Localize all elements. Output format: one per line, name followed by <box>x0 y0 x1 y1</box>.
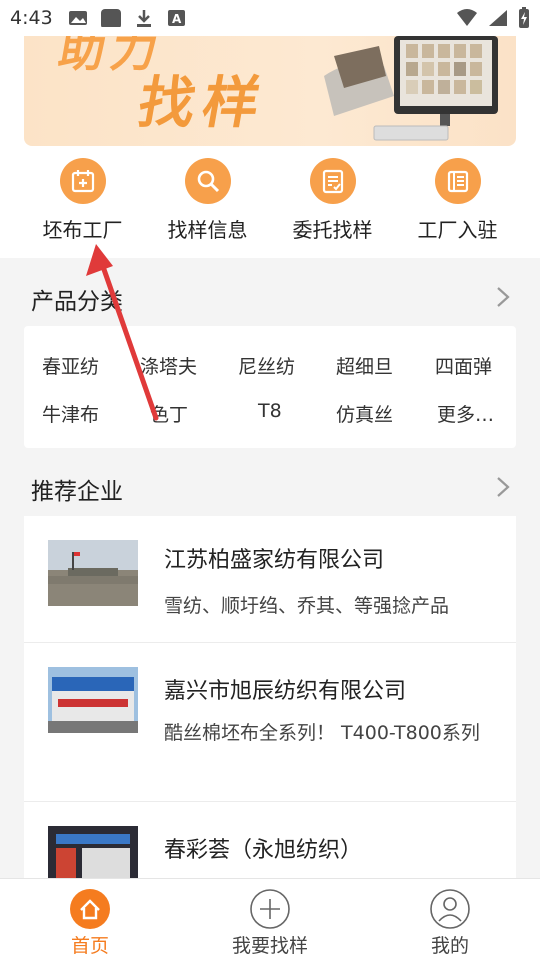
app-notification-icon <box>101 9 121 27</box>
nav-find-sample[interactable]: 我要找样 <box>180 879 360 958</box>
company-photo <box>48 826 138 878</box>
download-icon <box>137 10 151 27</box>
banner-illustration <box>324 36 498 141</box>
entry-label: 坯布工厂 <box>42 218 123 242</box>
battery-icon <box>519 7 529 28</box>
home-icon <box>70 889 110 929</box>
category-item[interactable]: 仿真丝 <box>336 400 393 427</box>
section-title: 推荐企业 <box>31 479 123 505</box>
company-desc: 酷丝棉坯布全系列！ T400-T800系列 <box>164 722 480 744</box>
font-notification-icon: A <box>168 10 185 26</box>
company-photo <box>48 667 138 733</box>
building-icon <box>434 158 481 204</box>
company-photo <box>48 540 138 606</box>
search-icon <box>184 158 231 204</box>
recommend-section-header[interactable]: 推荐企业 <box>0 458 540 514</box>
category-item[interactable]: 涤塔夫 <box>140 352 197 379</box>
entry-sample-info[interactable]: 找样信息 <box>145 158 270 243</box>
category-section-header[interactable]: 产品分类 <box>0 268 540 324</box>
entry-greige-factory[interactable]: 坯布工厂 <box>20 158 145 243</box>
entry-label: 找样信息 <box>167 218 248 242</box>
category-more[interactable]: 更多… <box>437 400 494 427</box>
user-icon <box>430 889 470 929</box>
category-item[interactable]: T8 <box>258 400 282 422</box>
top-section: 助力 找样 坯布工厂 找样信息 委托找样 工厂入驻 <box>0 36 540 258</box>
nav-label: 我要找样 <box>231 935 308 957</box>
company-list: 江苏柏盛家纺有限公司 雪纺、顺圩绉、乔其、等强捻产品 嘉兴市旭辰纺织有限公司 酷… <box>24 516 516 878</box>
company-name: 春彩荟（永旭纺织） <box>164 838 363 863</box>
chevron-right-icon <box>497 477 510 497</box>
nav-label: 首页 <box>70 935 109 957</box>
entry-factory-join[interactable]: 工厂入驻 <box>395 158 520 243</box>
banner-text-line2: 找样 <box>133 71 273 136</box>
document-check-icon <box>309 158 356 204</box>
category-card: 春亚纺 涤塔夫 尼丝纺 超细旦 四面弹 牛津布 色丁 T8 仿真丝 更多… <box>24 326 516 448</box>
company-name: 嘉兴市旭辰纺织有限公司 <box>164 679 407 704</box>
company-row[interactable]: 嘉兴市旭辰纺织有限公司 酷丝棉坯布全系列！ T400-T800系列 <box>24 643 516 802</box>
entry-label: 委托找样 <box>292 218 373 242</box>
category-item[interactable]: 牛津布 <box>42 400 99 427</box>
bottom-navigation: 首页 我要找样 我的 <box>0 878 540 961</box>
category-item[interactable]: 四面弹 <box>435 352 492 379</box>
plus-circle-icon <box>250 889 290 929</box>
image-notification-icon <box>69 11 87 25</box>
svg-text:A: A <box>172 12 182 26</box>
status-indicators <box>456 7 530 29</box>
category-item[interactable]: 超细旦 <box>336 352 393 379</box>
entry-commission-sample[interactable]: 委托找样 <box>270 158 395 243</box>
factory-calendar-icon <box>59 158 106 204</box>
signal-icon <box>489 10 507 26</box>
category-item[interactable]: 色丁 <box>150 400 188 427</box>
chevron-right-icon <box>497 287 510 307</box>
company-row[interactable]: 江苏柏盛家纺有限公司 雪纺、顺圩绉、乔其、等强捻产品 <box>24 516 516 643</box>
status-bar: 4:43 A <box>0 0 540 36</box>
company-name: 江苏柏盛家纺有限公司 <box>164 548 385 573</box>
status-time: 4:43 <box>10 7 53 29</box>
company-row[interactable]: 春彩荟（永旭纺织） <box>24 802 516 878</box>
nav-label: 我的 <box>430 935 469 957</box>
nav-profile[interactable]: 我的 <box>360 879 540 958</box>
entry-label: 工厂入驻 <box>417 218 498 242</box>
nav-home[interactable]: 首页 <box>0 879 180 958</box>
promo-banner[interactable]: 助力 找样 <box>24 36 516 146</box>
section-title: 产品分类 <box>31 289 123 315</box>
category-item[interactable]: 尼丝纺 <box>238 352 295 379</box>
wifi-icon <box>457 9 477 26</box>
company-desc: 雪纺、顺圩绉、乔其、等强捻产品 <box>164 595 450 617</box>
quick-entry-bar: 坯布工厂 找样信息 委托找样 工厂入驻 <box>0 158 540 243</box>
category-item[interactable]: 春亚纺 <box>42 352 99 379</box>
